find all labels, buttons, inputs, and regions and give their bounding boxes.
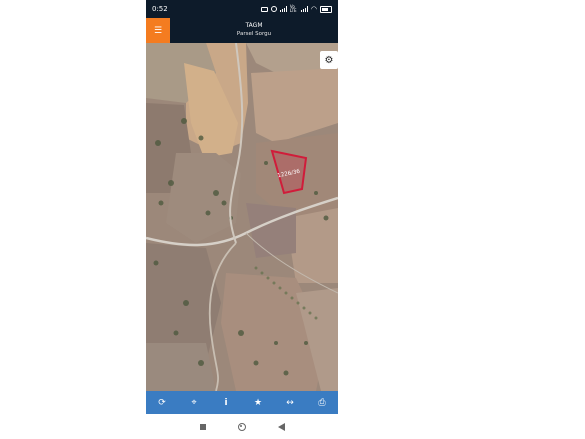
printer-icon: ⎙ [318, 397, 326, 408]
map-imagery: 1226/36 [146, 43, 338, 391]
star-icon: ★ [253, 397, 263, 408]
measure-button[interactable]: ↔ [278, 391, 302, 414]
info-button[interactable]: i [214, 391, 238, 414]
recents-icon[interactable] [199, 423, 206, 430]
hamburger-icon: ☰ [153, 25, 163, 36]
map-settings-button[interactable]: ⚙ [320, 51, 338, 69]
app-bar: ☰ TAGM Parsel Sorgu [146, 18, 338, 43]
refresh-icon: ⟳ [158, 397, 166, 408]
satellite-map[interactable]: 1226/36 ⚙ [146, 43, 338, 391]
app-title-group: TAGM Parsel Sorgu [170, 22, 338, 38]
refresh-button[interactable]: ⟳ [150, 391, 174, 414]
location-icon [270, 6, 277, 12]
back-icon[interactable] [277, 422, 285, 431]
measure-icon: ↔ [286, 397, 294, 408]
status-bar: 0:52 Vo LTE ◠ [146, 0, 338, 18]
app-subtitle: Parsel Sorgu [236, 31, 272, 37]
locate-button[interactable]: ⌖ [182, 391, 206, 414]
print-button[interactable]: ⎙ [310, 391, 334, 414]
network-label: Vo LTE [289, 4, 297, 13]
phone-screen: 0:52 Vo LTE ◠ ☰ TAGM Parsel Sorgu 1226/3… [146, 0, 338, 439]
app-title: TAGM [245, 22, 263, 29]
info-icon: i [224, 397, 228, 408]
battery-icon [320, 5, 332, 13]
menu-button[interactable]: ☰ [146, 18, 170, 43]
system-nav-bar [146, 414, 338, 439]
wifi-icon: ◠ [310, 5, 317, 13]
signal-icon [279, 6, 287, 12]
gear-icon: ⚙ [324, 54, 334, 66]
favorite-button[interactable]: ★ [246, 391, 270, 414]
sim-icon [260, 6, 268, 12]
home-icon[interactable] [237, 422, 246, 431]
status-icons: Vo LTE ◠ [260, 4, 332, 13]
bottom-toolbar: ⟳ ⌖ i ★ ↔ ⎙ [146, 391, 338, 414]
status-time: 0:52 [152, 5, 168, 13]
crosshair-icon: ⌖ [191, 397, 197, 408]
signal-icon-2 [300, 6, 308, 12]
